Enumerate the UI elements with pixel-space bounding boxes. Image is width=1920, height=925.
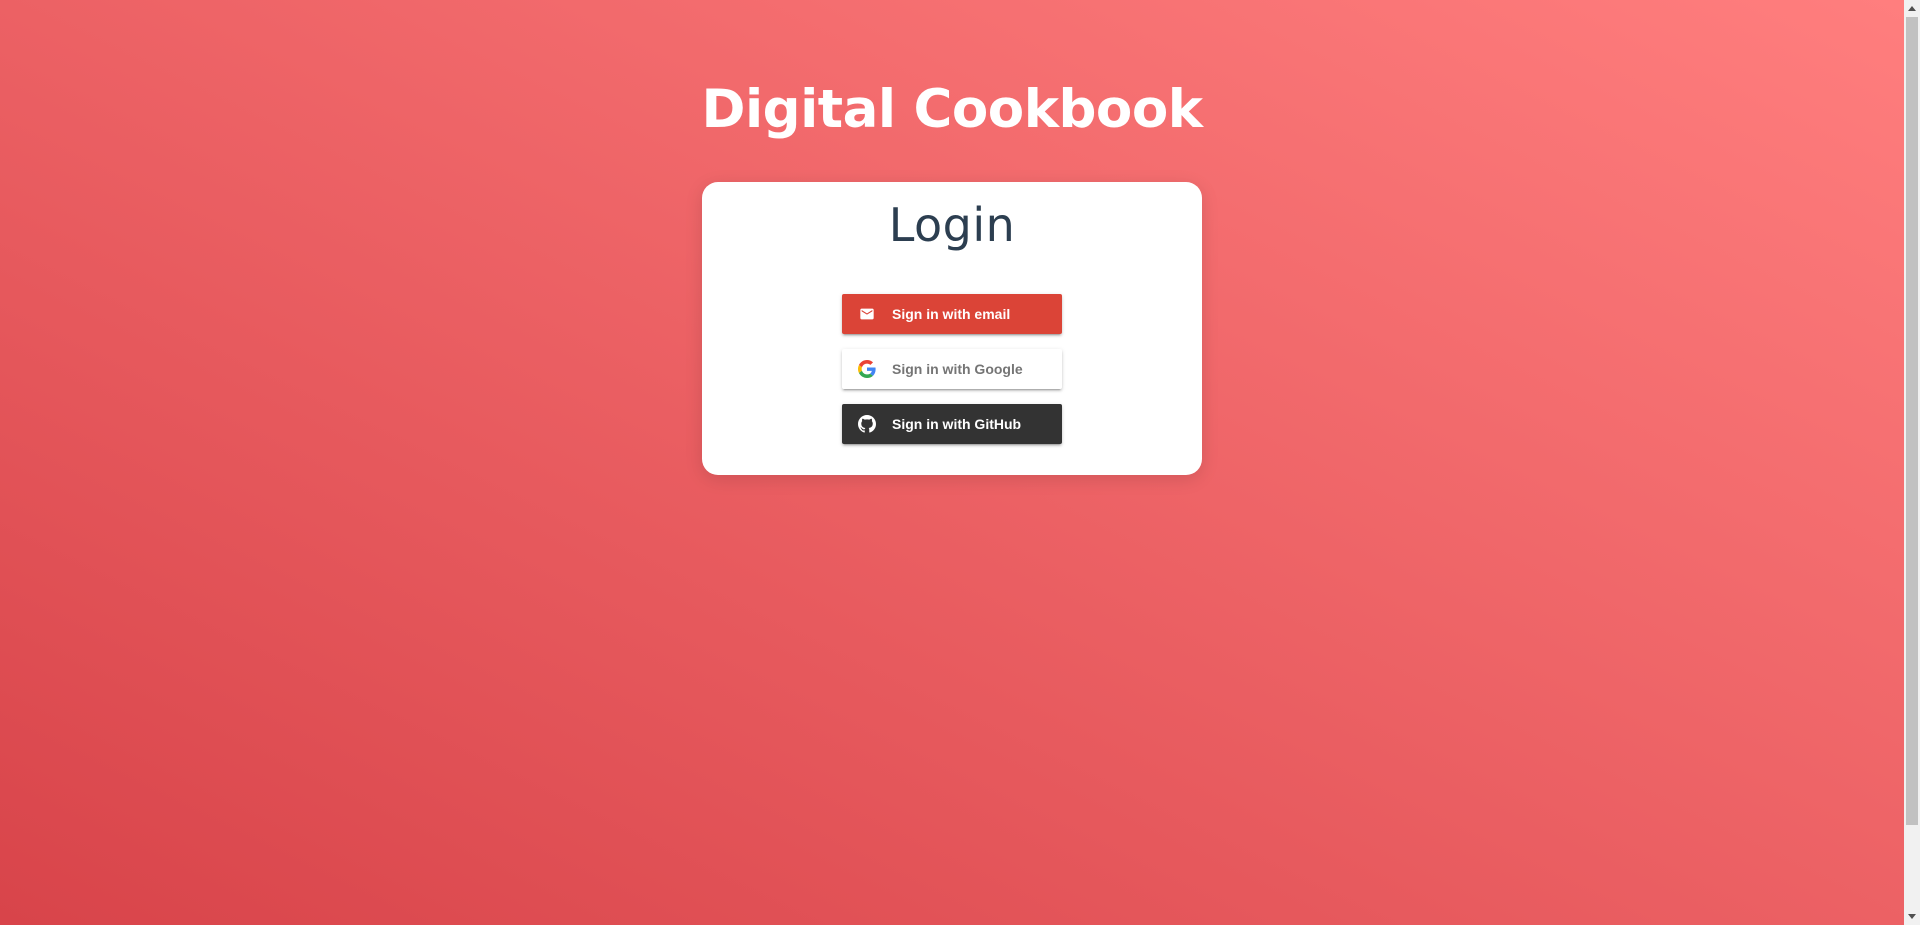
scroll-down-arrow-icon[interactable] <box>1904 908 1920 925</box>
sign-in-google-label: Sign in with Google <box>892 361 1023 377</box>
page-background: Digital Cookbook Login Sign in with emai… <box>0 0 1904 925</box>
vertical-scrollbar[interactable] <box>1904 0 1920 925</box>
scroll-up-arrow-icon[interactable] <box>1904 0 1920 17</box>
sign-in-email-button[interactable]: Sign in with email <box>842 294 1062 334</box>
mail-icon <box>858 305 876 323</box>
sign-in-email-label: Sign in with email <box>892 306 1011 322</box>
google-icon <box>858 360 876 378</box>
sign-in-github-button[interactable]: Sign in with GitHub <box>842 404 1062 444</box>
app-title: Digital Cookbook <box>701 79 1203 140</box>
github-icon <box>858 415 876 433</box>
sign-in-github-label: Sign in with GitHub <box>892 416 1022 432</box>
sign-in-google-button[interactable]: Sign in with Google <box>842 349 1062 389</box>
login-title: Login <box>888 198 1016 252</box>
scrollbar-thumb[interactable] <box>1906 17 1918 825</box>
login-card: Login Sign in with email Sign in with Go… <box>702 182 1202 475</box>
